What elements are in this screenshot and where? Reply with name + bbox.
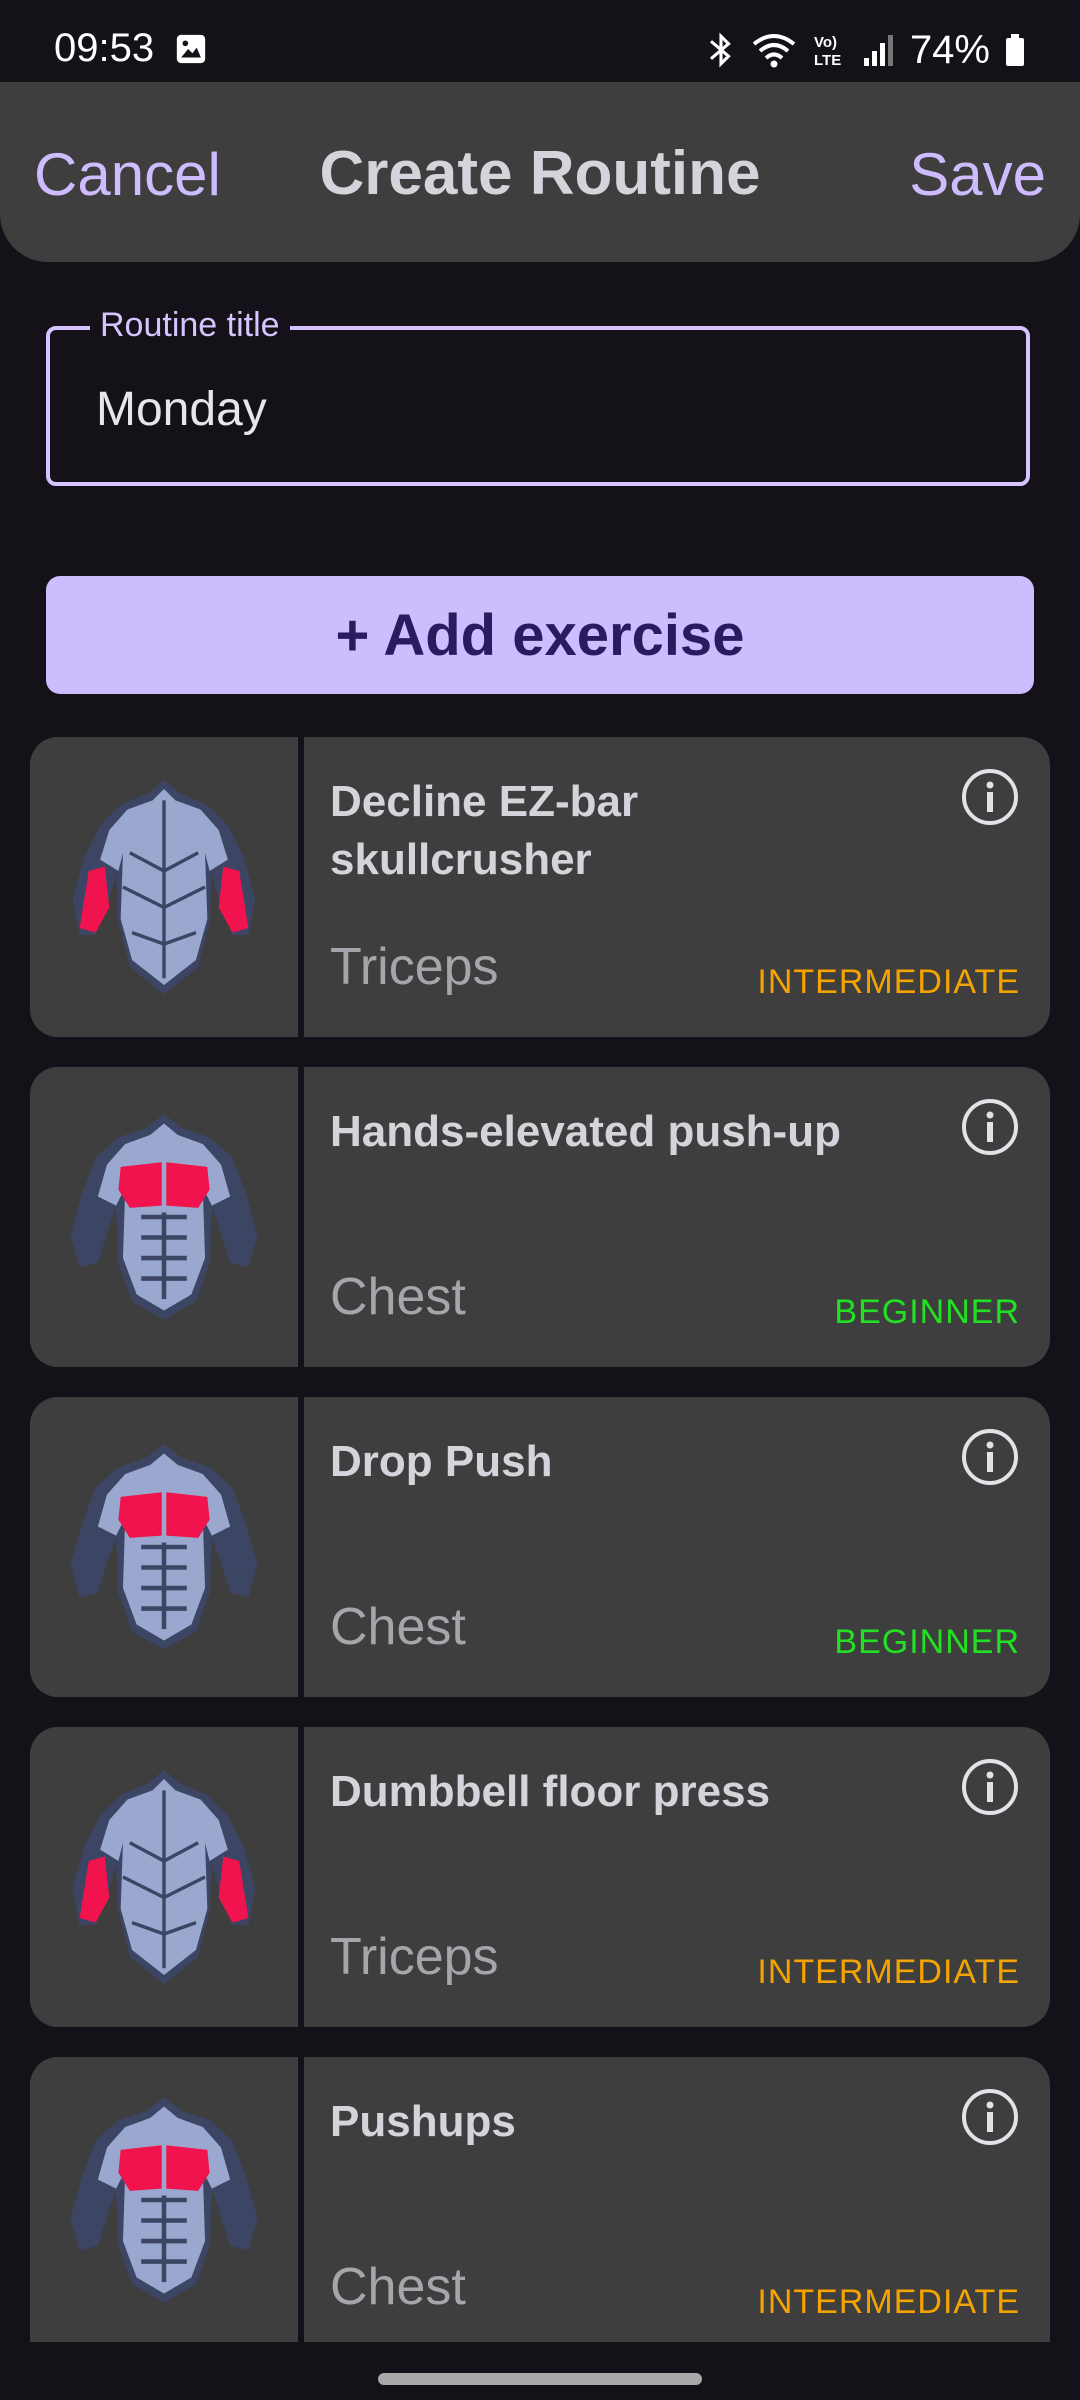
exercise-name: Pushups [330, 2097, 516, 2146]
routine-title-field[interactable]: Routine title [46, 306, 1030, 486]
exercise-card[interactable]: Hands-elevated push-up Chest BEGINNER [30, 1067, 1050, 1367]
exercise-muscle: Chest [330, 1268, 466, 1326]
add-exercise-button[interactable]: + Add exercise [46, 576, 1034, 694]
battery-icon [1006, 34, 1024, 66]
front-chest-icon [30, 1067, 298, 1367]
exercise-muscle: Triceps [330, 1928, 499, 1986]
exercise-name: Decline EZ-bar skullcrusher [330, 777, 639, 884]
front-chest-icon [30, 1397, 298, 1697]
exercise-level: INTERMEDIATE [757, 1953, 1020, 1991]
front-chest-icon [30, 2057, 298, 2342]
exercise-card[interactable]: Decline EZ-bar skullcrusher Triceps INTE… [30, 737, 1050, 1037]
info-icon[interactable] [960, 767, 1020, 827]
exercise-muscle: Chest [330, 1598, 466, 1656]
svg-text:Vo): Vo) [814, 34, 837, 51]
exercise-card[interactable]: Dumbbell floor press Triceps INTERMEDIAT… [30, 1727, 1050, 2027]
exercise-level: BEGINNER [834, 1623, 1020, 1661]
exercise-card[interactable]: Pushups Chest INTERMEDIATE [30, 2057, 1050, 2342]
gesture-nav-bar[interactable] [378, 2373, 702, 2385]
status-time: 09:53 [54, 26, 155, 70]
info-icon[interactable] [960, 1757, 1020, 1817]
card-divider [298, 1397, 304, 1697]
exercise-muscle: Triceps [330, 938, 499, 996]
volte-icon: Vo) LTE [814, 34, 841, 69]
svg-text:LTE: LTE [814, 52, 841, 69]
info-icon[interactable] [960, 2087, 1020, 2147]
info-icon[interactable] [960, 1427, 1020, 1487]
battery-percent: 74% [909, 27, 990, 72]
exercise-name: Hands-elevated push-up [330, 1107, 841, 1156]
signal-icon [863, 35, 893, 66]
exercise-level: INTERMEDIATE [757, 2283, 1020, 2321]
wifi-icon [752, 34, 796, 68]
exercise-muscle: Chest [330, 2258, 466, 2316]
save-button[interactable]: Save [909, 140, 1046, 209]
back-triceps-icon [30, 1727, 298, 2027]
card-divider [298, 1727, 304, 2027]
exercise-level: BEGINNER [834, 1293, 1020, 1331]
photo-icon [176, 34, 206, 64]
exercise-card[interactable]: Drop Push Chest BEGINNER [30, 1397, 1050, 1697]
exercise-level: INTERMEDIATE [757, 963, 1020, 1001]
card-divider [298, 737, 304, 1037]
exercise-name: Drop Push [330, 1437, 553, 1486]
routine-title-label: Routine title [90, 306, 290, 345]
top-app-bar: Cancel Create Routine Save [0, 82, 1080, 262]
card-divider [298, 2057, 304, 2342]
card-divider [298, 1067, 304, 1367]
routine-title-input[interactable] [96, 382, 976, 437]
status-icons: Vo) LTE 74% [706, 22, 1026, 78]
info-icon[interactable] [960, 1097, 1020, 1157]
exercise-name: Dumbbell floor press [330, 1767, 771, 1816]
bluetooth-icon [709, 32, 731, 68]
back-triceps-icon [30, 737, 298, 1037]
